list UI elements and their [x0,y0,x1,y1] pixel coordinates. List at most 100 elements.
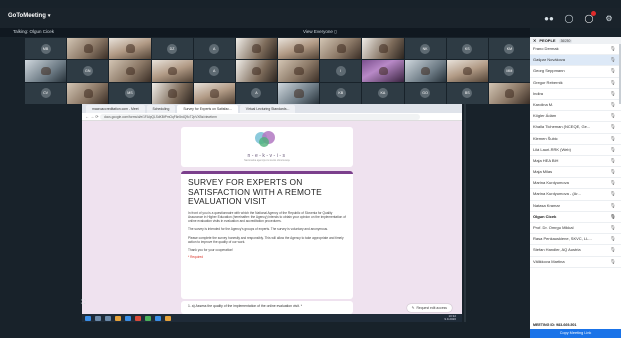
microphone-icon[interactable]: 🎙 [610,214,616,220]
participant-row[interactable]: Georg Seppmann 🎙 [530,66,621,78]
participant-row[interactable]: Välikkova Martina 🎙 [530,257,621,268]
participant-row[interactable]: Rasa Penkauskiene, SKVC, LL... 🎙 [530,234,621,246]
participant-tile[interactable]: A [193,38,235,60]
browser-tab[interactable]: Scheduling [146,105,176,113]
participant-row[interactable]: Khalla Ticheman (NCEQE, Ge... 🎙 [530,122,621,134]
participant-tile[interactable] [151,60,193,82]
microphone-icon[interactable]: 🎙 [610,180,616,186]
fullscreen-icon[interactable]: ⛶ [81,300,85,307]
folder-icon[interactable] [115,315,121,321]
microphone-icon[interactable]: 🎙 [610,57,616,63]
participant-row[interactable]: Maja HEA BiH 🎙 [530,156,621,168]
participant-tile[interactable] [109,60,151,82]
participant-tile[interactable] [320,38,362,60]
participant-tile[interactable] [362,60,404,82]
chrome-icon[interactable] [135,315,141,321]
browser-tab[interactable]: Virtual Lecturing Standards... [239,105,296,113]
participant-row[interactable]: Karolina M. 🎙 [530,100,621,112]
participant-tile[interactable]: CV [25,82,67,104]
participant-tile[interactable] [278,38,320,60]
participant-row[interactable]: Natasa Kramar 🎙 [530,201,621,212]
participant-row[interactable]: Kögler Ádám 🎙 [530,111,621,123]
question-card[interactable]: 1. a) Assess the quality of the implemen… [181,301,353,314]
microphone-icon[interactable]: 🎙 [610,68,616,74]
participant-tile[interactable]: MB [25,38,67,60]
microphone-icon[interactable]: 🎙 [610,191,616,197]
microphone-icon[interactable]: 🎙 [610,113,616,119]
participant-tile[interactable]: NK [404,38,446,60]
microphone-icon[interactable]: 🎙 [610,91,616,97]
people-icon[interactable]: ●● [543,12,555,24]
participant-tile[interactable]: KS [446,38,488,60]
request-edit-access-button[interactable]: ✎ Request edit access [406,304,452,312]
microphone-icon[interactable]: 🎙 [610,259,616,265]
search-icon[interactable] [95,315,101,321]
close-icon[interactable]: ✕ [533,38,536,43]
participant-tile[interactable] [404,60,446,82]
participant-row[interactable]: Marina Kurdyumova 🎙 [530,178,621,190]
participant-tile[interactable] [362,38,404,60]
participant-tile[interactable] [235,38,277,60]
participant-tile[interactable] [278,82,320,104]
participant-row[interactable]: Indira 🎙 [530,89,621,100]
participant-tile[interactable]: MS [109,82,151,104]
participant-row[interactable]: Prof. Dr. Omrgu Mikkal 🎙 [530,223,621,235]
participant-row[interactable]: Lilá Lauri-RRK (Web) 🎙 [530,145,621,156]
chat-icon[interactable]: ◯ [563,12,575,24]
participant-tile[interactable] [193,82,235,104]
address-bar[interactable]: docs.google.com/forms/d/e/1FAIpQLSdKBtPm… [100,114,420,120]
microphone-icon[interactable]: 🎙 [610,136,616,142]
microphone-icon[interactable]: 🎙 [610,124,616,130]
record-icon[interactable]: ◯ [583,11,596,24]
settings-icon[interactable]: ⚙ [603,12,615,24]
microphone-icon[interactable]: 🎙 [610,225,616,231]
participant-row[interactable]: Maja Milas 🎙 [530,167,621,179]
participant-tile[interactable] [235,60,277,82]
microphone-icon[interactable]: 🎙 [610,158,616,164]
microphone-icon[interactable]: 🎙 [610,80,616,86]
participant-row[interactable]: Marina Kurdyumova - (Ar... 🎙 [530,189,621,201]
participant-tile[interactable] [67,82,109,104]
participant-row[interactable]: Olgun Cicek 🎙 [530,212,621,223]
participant-tile[interactable] [488,82,530,104]
windows-start-icon[interactable] [85,315,91,321]
participant-row[interactable]: Gregor Rebernik 🎙 [530,78,621,89]
participant-tile[interactable]: KA [362,82,404,104]
participant-tile[interactable]: A [235,82,277,104]
participant-row[interactable]: Stefan Handler, AQ Austria 🎙 [530,245,621,257]
microphone-icon[interactable]: 🎙 [610,247,616,253]
copy-meeting-link-button[interactable]: Copy Meeting Link [530,329,621,338]
microphone-icon[interactable]: 🎙 [610,203,616,209]
participant-tile[interactable]: BS [446,82,488,104]
participant-tile[interactable]: KM [488,38,530,60]
panel-divider[interactable] [464,104,466,322]
microphone-icon[interactable]: 🎙 [610,236,616,242]
microphone-icon[interactable]: 🎙 [610,102,616,108]
participant-tile[interactable] [25,60,67,82]
microphone-icon[interactable]: 🎙 [610,147,616,153]
gotomeeting-icon[interactable] [165,315,171,321]
task-view-icon[interactable] [105,315,111,321]
browser-nav-icons[interactable]: ← → ⟳ [85,114,99,119]
participant-row[interactable]: Frano Dermak 🎙 [530,44,621,56]
participant-tile[interactable] [151,82,193,104]
participant-tile[interactable] [278,60,320,82]
participant-tile[interactable]: GN [67,60,109,82]
meeting-menu[interactable]: GoToMeeting ▾ [8,13,50,19]
word-icon[interactable] [155,315,161,321]
participant-tile[interactable]: KB [320,82,362,104]
excel-icon[interactable] [145,315,151,321]
participant-tile[interactable]: I [320,60,362,82]
browser-tab[interactable]: Survey for Experts on Satisfac... [177,105,238,113]
participant-tile[interactable] [109,38,151,60]
browser-tab[interactable]: macroaccreditation.com - Meet [86,105,145,113]
participant-row[interactable]: Gašpar Novákova 🎙 [530,55,621,67]
view-selector[interactable]: View Everyone ▯ [303,29,337,35]
participant-tile[interactable] [446,60,488,82]
participant-tile[interactable]: A [193,60,235,82]
participant-tile[interactable]: MM [488,60,530,82]
edge-icon[interactable] [125,315,131,321]
participant-tile[interactable]: DZ [151,38,193,60]
participant-row[interactable]: Klemen Šubic 🎙 [530,134,621,145]
participant-tile[interactable]: GO [404,82,446,104]
